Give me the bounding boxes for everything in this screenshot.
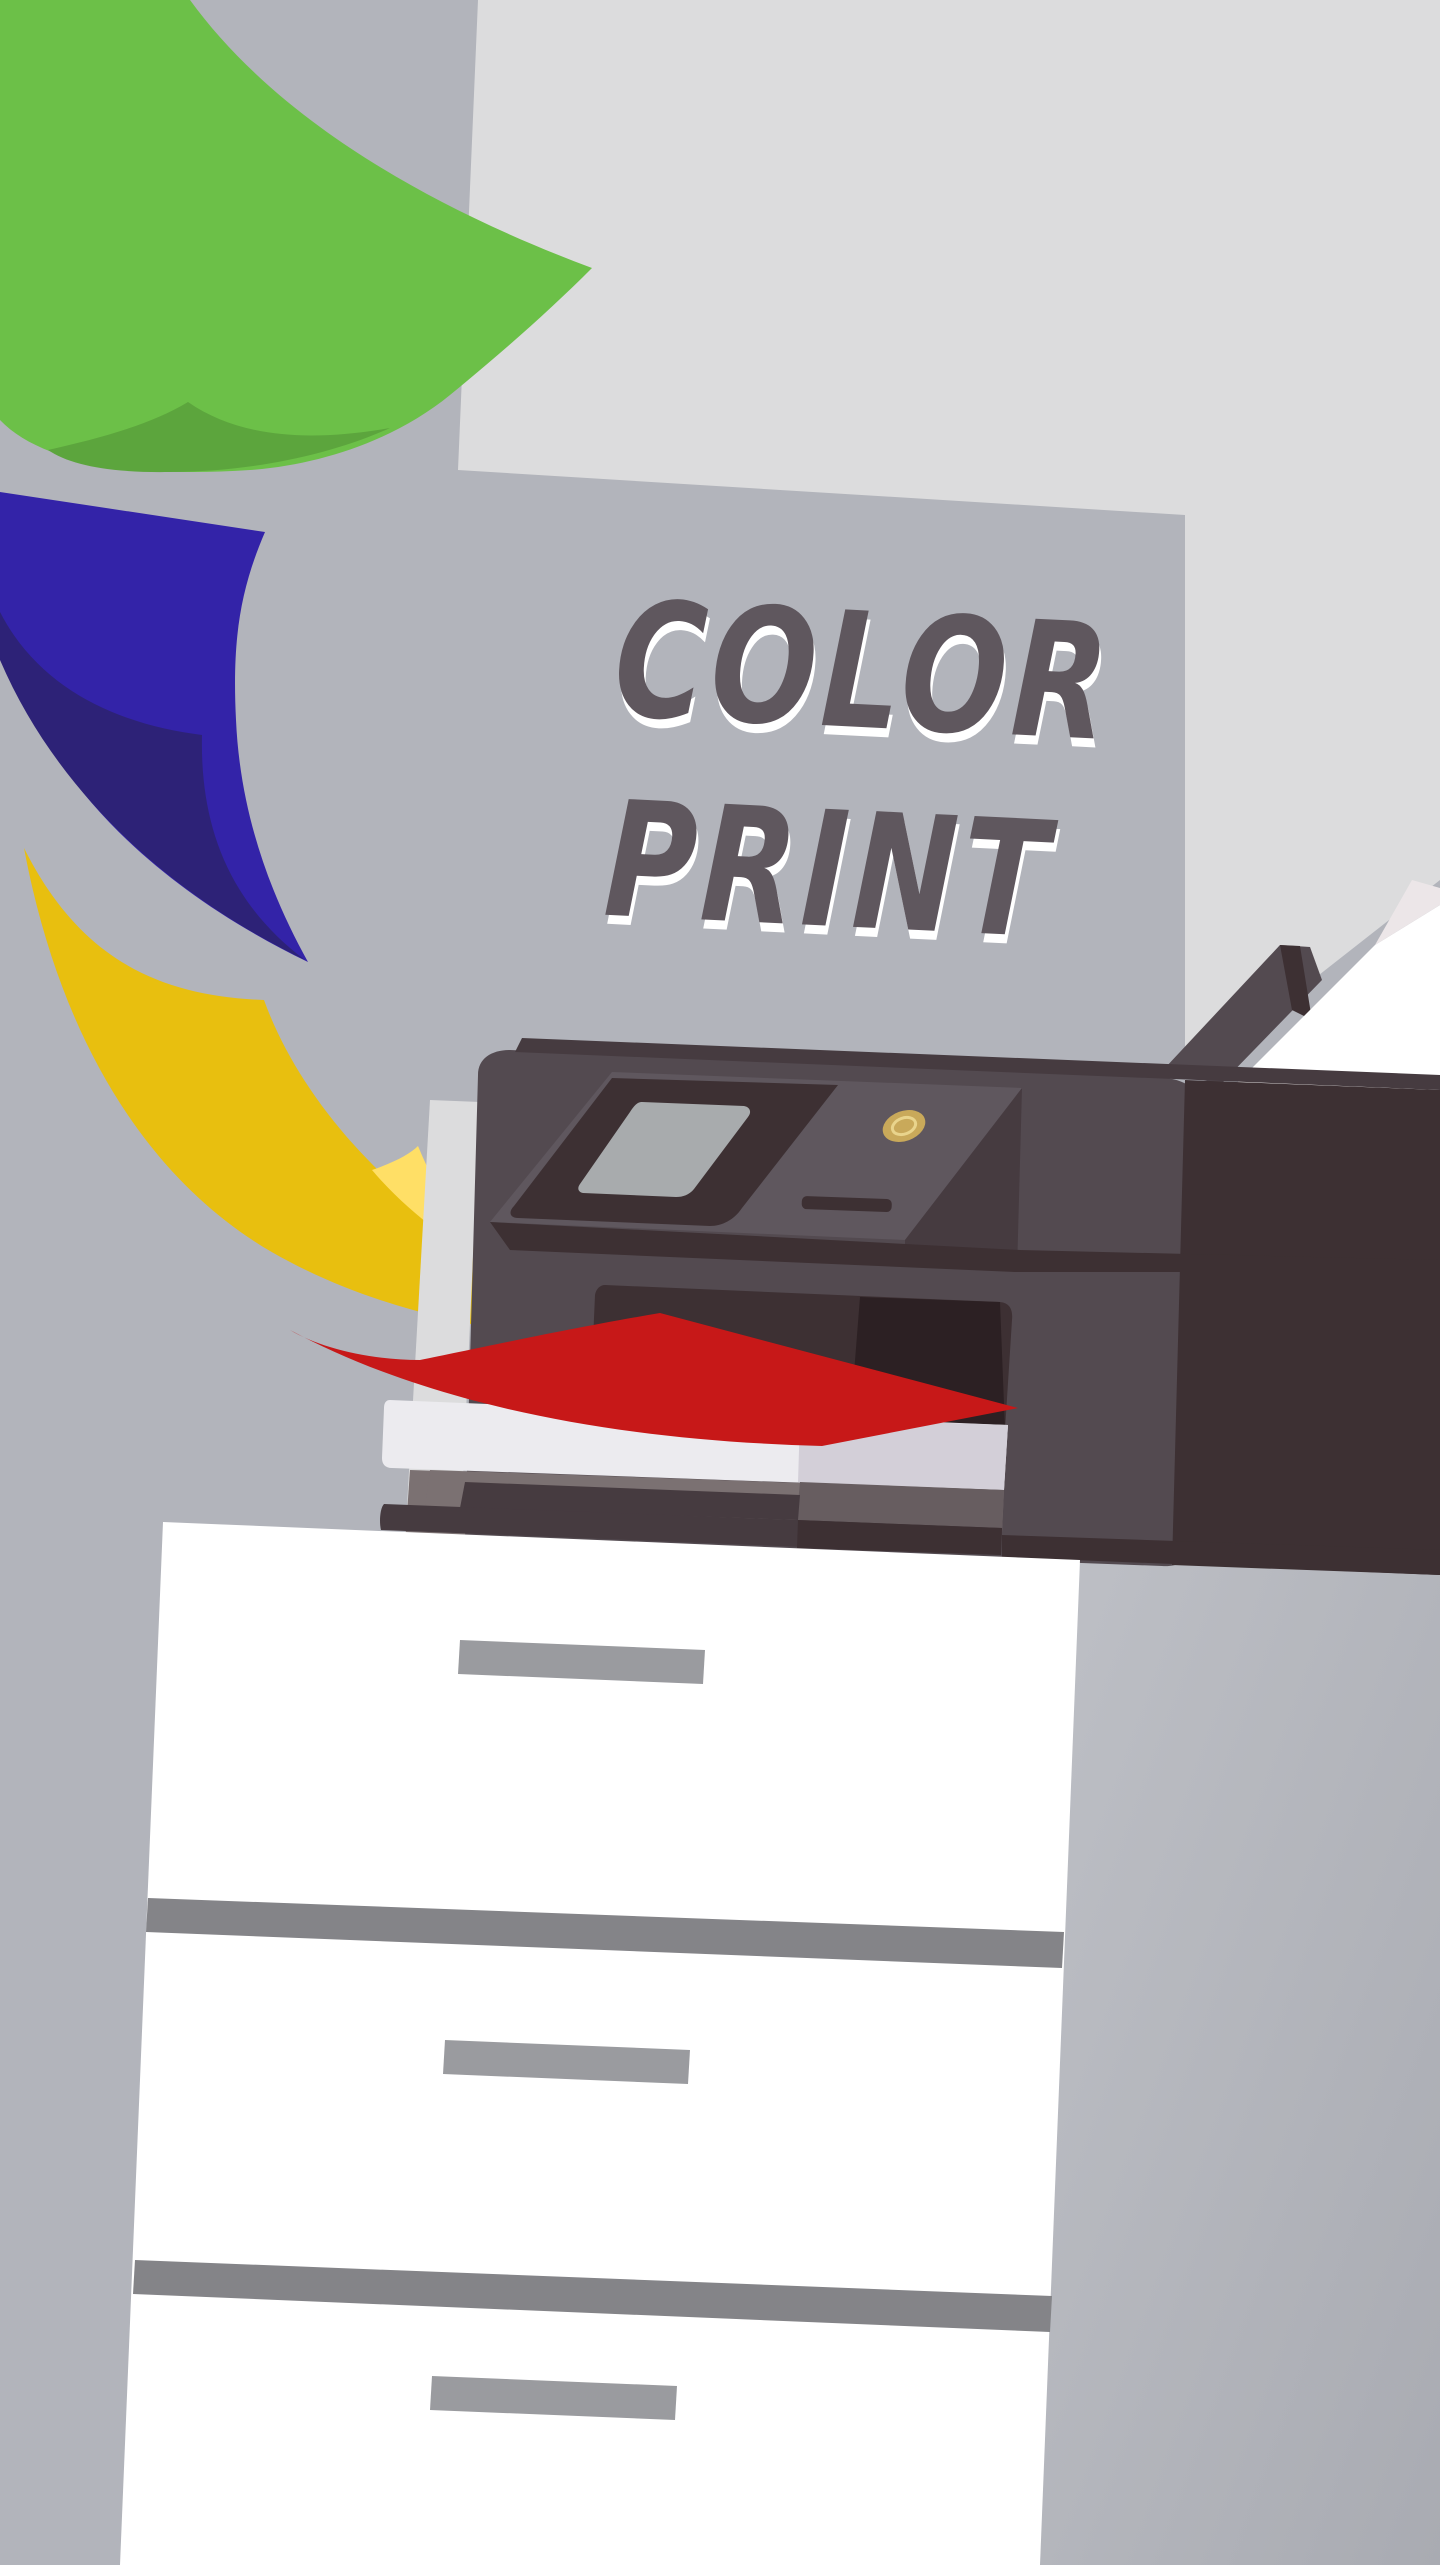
floor-shade	[1030, 1450, 1440, 2565]
printer-side-panel	[1172, 1080, 1440, 1575]
filing-cabinet	[120, 1522, 1080, 2565]
illustration-scene	[0, 0, 1440, 2565]
